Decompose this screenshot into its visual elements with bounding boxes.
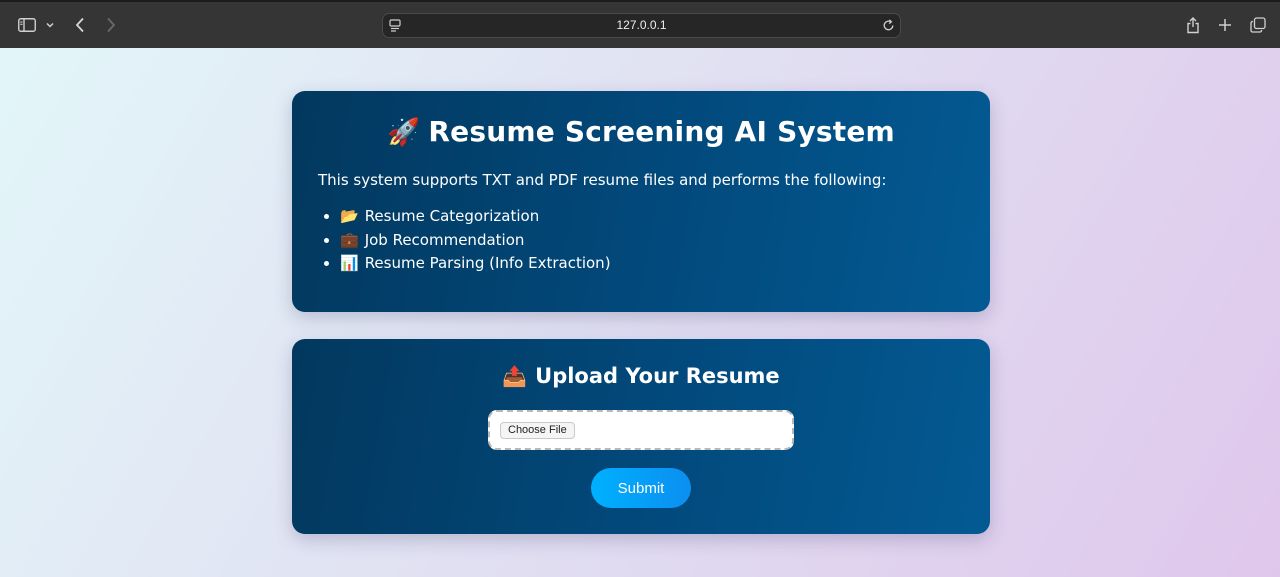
sidebar-toggle-icon[interactable] [14, 2, 40, 48]
intro-card: 🚀 Resume Screening AI System This system … [292, 91, 990, 312]
feature-list: 📂 Resume Categorization 💼 Job Recommendati… [340, 205, 611, 276]
forward-icon[interactable] [101, 2, 121, 48]
new-tab-icon[interactable] [1215, 2, 1235, 48]
page-title: 🚀 Resume Screening AI System [292, 115, 990, 148]
reload-icon[interactable] [882, 19, 895, 32]
feature-label: Resume Parsing (Info Extraction) [364, 254, 611, 272]
back-icon[interactable] [70, 2, 90, 48]
tab-overview-icon[interactable] [1247, 2, 1269, 48]
page-title-text: Resume Screening AI System [428, 115, 895, 148]
browser-toolbar: 127.0.0.1 [0, 0, 1280, 48]
chevron-down-icon[interactable] [43, 2, 57, 48]
address-bar[interactable]: 127.0.0.1 [382, 13, 901, 38]
list-item: 📊 Resume Parsing (Info Extraction) [340, 252, 611, 276]
bar-chart-icon: 📊 [340, 254, 359, 272]
choose-file-button[interactable]: Choose File [500, 422, 575, 439]
outbox-tray-icon: 📤 [502, 364, 528, 388]
file-input[interactable]: Choose File [488, 410, 794, 450]
list-item: 📂 Resume Categorization [340, 205, 611, 229]
feature-label: Resume Categorization [364, 207, 540, 225]
folder-icon: 📂 [340, 207, 359, 225]
list-item: 💼 Job Recommendation [340, 229, 611, 253]
intro-description: This system supports TXT and PDF resume … [318, 171, 887, 189]
rocket-icon: 🚀 [387, 117, 421, 148]
feature-label: Job Recommendation [364, 230, 525, 249]
briefcase-icon: 💼 [340, 230, 359, 249]
page-content: 🚀 Resume Screening AI System This system … [0, 48, 1280, 577]
url-text: 127.0.0.1 [616, 18, 667, 32]
share-icon[interactable] [1183, 2, 1203, 48]
upload-title-text: Upload Your Resume [535, 364, 780, 388]
upload-title: 📤 Upload Your Resume [292, 364, 990, 388]
upload-card: 📤 Upload Your Resume Choose File Submit [292, 339, 990, 534]
submit-button[interactable]: Submit [591, 468, 691, 508]
